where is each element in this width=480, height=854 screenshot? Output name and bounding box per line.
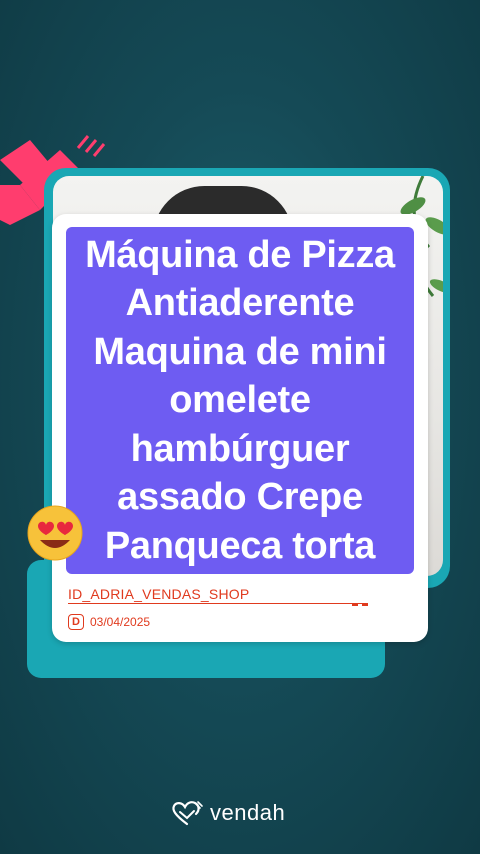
shop-name-link[interactable]: ID_ADRIA_VENDAS_SHOP: [68, 586, 368, 604]
brand-name: vendah: [210, 800, 286, 825]
post-title-box: Máquina de Pizza Antiaderente Maquina de…: [66, 227, 414, 574]
post-date-row: D 03/04/2025: [68, 614, 150, 630]
date-badge-icon: D: [68, 614, 84, 630]
vendah-heart-logo-icon: [172, 801, 203, 826]
brand-footer: vendah: [170, 800, 285, 826]
shop-name-underline-tail: [352, 602, 368, 606]
post-title: Máquina de Pizza Antiaderente Maquina de…: [85, 233, 395, 567]
heart-eyes-emoji-icon: [27, 505, 83, 561]
post-date: 03/04/2025: [90, 615, 151, 629]
